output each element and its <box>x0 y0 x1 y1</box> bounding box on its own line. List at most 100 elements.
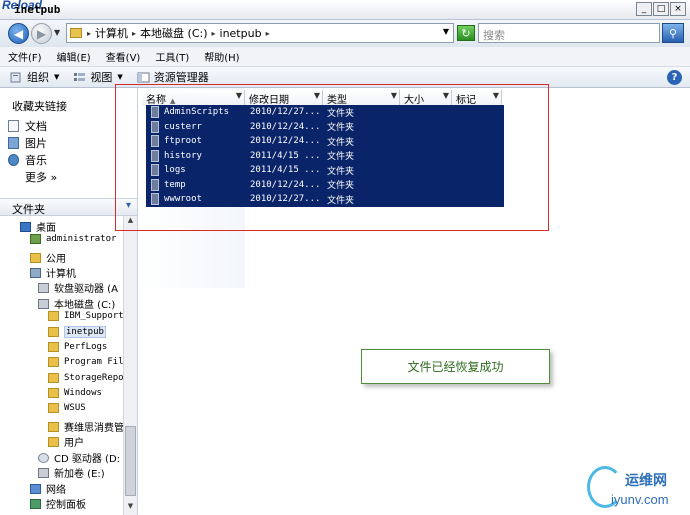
help-icon[interactable]: ? <box>667 70 682 85</box>
refresh-button[interactable]: ↻ <box>457 25 475 41</box>
tree-item-computer[interactable]: 计算机 <box>30 265 76 280</box>
watermark-url: iyunv.com <box>611 492 669 507</box>
tree-item-drive-c[interactable]: 本地磁盘 (C:) <box>38 296 115 311</box>
maximize-button[interactable]: □ <box>653 2 669 16</box>
tree-item-program-files[interactable]: Program File <box>48 357 123 367</box>
user-folder-icon <box>30 234 41 244</box>
breadcrumb-arrow-icon[interactable]: ▸ <box>87 29 91 38</box>
organize-button[interactable]: 组织 ▼ <box>10 69 59 85</box>
favorite-documents[interactable]: 文档 <box>8 118 47 134</box>
explorer-label: 资源管理器 <box>153 71 209 84</box>
tree-item-volume-e[interactable]: 新加卷 (E:) <box>38 465 105 480</box>
search-icon[interactable]: ⚲ <box>662 23 684 43</box>
explorer-icon <box>137 72 150 82</box>
recent-pages-dropdown-icon[interactable]: ▼ <box>54 28 60 37</box>
minimize-button[interactable]: _ <box>636 2 652 16</box>
folder-icon <box>48 388 59 398</box>
address-history-dropdown-icon[interactable]: ▼ <box>443 27 449 36</box>
tree-item-cd-drive[interactable]: CD 驱动器 (D: <box>38 450 120 465</box>
tree-item-network[interactable]: 网络 <box>30 481 66 496</box>
chevron-down-icon: ▼ <box>54 73 60 81</box>
views-button[interactable]: 视图 ▼ <box>73 69 123 85</box>
tree-scrollbar[interactable]: ▲ ▼ <box>123 216 137 515</box>
tree-item-ibm-support[interactable]: IBM_Support <box>48 311 123 321</box>
organize-icon <box>10 72 21 82</box>
tree-item-desktop[interactable]: 桌面 <box>20 219 56 234</box>
tree-item-inetpub[interactable]: inetpub <box>48 326 106 338</box>
tree-item-perflogs[interactable]: PerfLogs <box>48 342 107 352</box>
forward-button[interactable]: ▶ <box>31 23 52 44</box>
breadcrumb-arrow-icon[interactable]: ▸ <box>212 29 216 38</box>
watermark-cn: 运维网 <box>625 473 667 489</box>
tree-item-floppy[interactable]: 软盘驱动器 (A <box>38 280 118 295</box>
annotation-text: 文件已经恢复成功 <box>407 360 504 374</box>
annotation-callout: 文件已经恢复成功 <box>361 349 550 384</box>
control-panel-icon <box>30 498 41 509</box>
chevron-down-icon: ▼ <box>117 73 123 81</box>
folder-icon <box>48 436 59 447</box>
cd-drive-icon <box>38 452 49 463</box>
favorite-pictures[interactable]: 图片 <box>8 135 47 151</box>
favorite-label: 文档 <box>25 120 47 133</box>
address-row: ◀ ▶ ▼ ▸ 计算机 ▸ 本地磁盘 (C:) ▸ inetpub ▸ ▼ ↻ … <box>0 20 690 47</box>
back-button[interactable]: ◀ <box>8 23 29 44</box>
breadcrumb-arrow-icon[interactable]: ▸ <box>132 29 136 38</box>
computer-icon <box>30 267 41 278</box>
folder-icon <box>70 28 82 38</box>
tree-item-public[interactable]: 公用 <box>30 250 66 265</box>
hard-drive-icon <box>38 467 49 478</box>
favorite-more[interactable]: 更多 » <box>25 169 57 185</box>
views-label: 视图 <box>90 71 113 84</box>
documents-icon <box>8 120 19 132</box>
views-icon <box>74 72 86 81</box>
menu-view[interactable]: 查看(V) <box>106 49 141 64</box>
desktop-icon <box>20 221 31 232</box>
site-watermark: 运维网 iyunv.com <box>581 462 686 512</box>
close-button[interactable]: × <box>670 2 686 16</box>
scroll-down-arrow-icon[interactable]: ▼ <box>125 502 136 513</box>
breadcrumb-inetpub[interactable]: inetpub <box>220 27 262 40</box>
folder-icon <box>48 421 59 432</box>
favorite-links-heading: 收藏夹链接 <box>12 100 67 113</box>
network-icon <box>30 483 41 494</box>
favorite-music[interactable]: 音乐 <box>8 152 47 168</box>
folder-icon <box>48 342 59 352</box>
breadcrumb-arrow-icon[interactable]: ▸ <box>266 29 270 38</box>
explorer-button[interactable]: 资源管理器 <box>137 69 209 85</box>
folder-icon <box>48 357 59 367</box>
folder-icon <box>48 327 59 337</box>
breadcrumb-drive-c[interactable]: 本地磁盘 (C:) <box>140 25 207 41</box>
menu-tools[interactable]: 工具(T) <box>155 49 189 64</box>
tree-item-saiweisi[interactable]: 赛维思消费管 <box>48 419 123 434</box>
music-icon <box>8 154 19 166</box>
address-bar[interactable]: ▸ 计算机 ▸ 本地磁盘 (C:) ▸ inetpub ▸ ▼ <box>66 23 454 43</box>
tree-item-wsus[interactable]: WSUS <box>48 403 86 413</box>
folder-icon <box>30 252 41 263</box>
menu-help[interactable]: 帮助(H) <box>204 49 239 64</box>
tree-item-administrator[interactable]: administrator <box>30 234 116 244</box>
window-controls: _ □ × <box>636 2 686 16</box>
menu-edit[interactable]: 编辑(E) <box>57 49 91 64</box>
folders-heading: 文件夹 <box>12 203 45 216</box>
favorite-label: 音乐 <box>25 154 47 167</box>
tree-item-control-panel[interactable]: 控制面板 <box>30 496 86 511</box>
tree-item-windows[interactable]: Windows <box>48 388 102 398</box>
organize-label: 组织 <box>27 71 49 84</box>
folder-tree: 桌面 administrator 公用 计算机 软盘驱动器 (A 本地磁盘 (C… <box>0 216 123 515</box>
menu-file[interactable]: 文件(F) <box>8 49 42 64</box>
favorite-label: 图片 <box>25 137 47 150</box>
scroll-thumb[interactable] <box>125 426 136 496</box>
folder-icon <box>48 311 59 321</box>
highlight-box <box>115 84 549 231</box>
folder-icon <box>48 373 59 383</box>
window-title: inetpub <box>14 3 61 16</box>
folder-icon <box>48 403 59 413</box>
breadcrumb-computer[interactable]: 计算机 <box>95 25 128 41</box>
tree-item-users[interactable]: 用户 <box>48 434 84 449</box>
favorite-more-label: 更多 » <box>25 171 58 184</box>
tree-item-storagereport[interactable]: StorageRepor <box>48 373 123 383</box>
title-bar: Reload inetpub _ □ × <box>0 0 690 20</box>
search-input[interactable]: 搜索 <box>478 23 660 43</box>
floppy-drive-icon <box>38 282 49 293</box>
hard-drive-icon <box>38 298 49 309</box>
